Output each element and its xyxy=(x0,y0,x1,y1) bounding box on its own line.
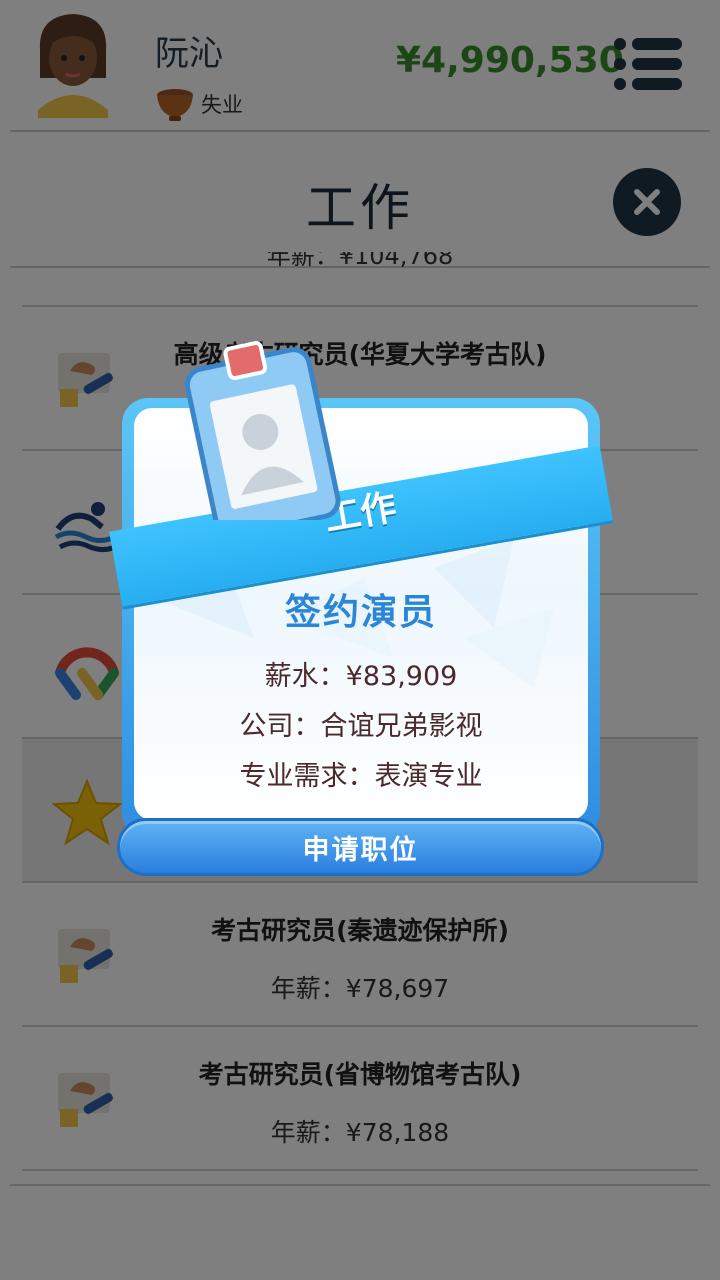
job-name: 签约演员 xyxy=(284,592,437,633)
apply-button[interactable]: 申请职位 xyxy=(117,818,604,876)
job-requirement: 专业需求：表演专业 xyxy=(239,761,483,792)
job-salary-detail: 薪水：¥83,909 xyxy=(264,661,458,692)
job-company: 公司：合谊兄弟影视 xyxy=(239,711,483,742)
id-badge-icon xyxy=(184,341,341,520)
